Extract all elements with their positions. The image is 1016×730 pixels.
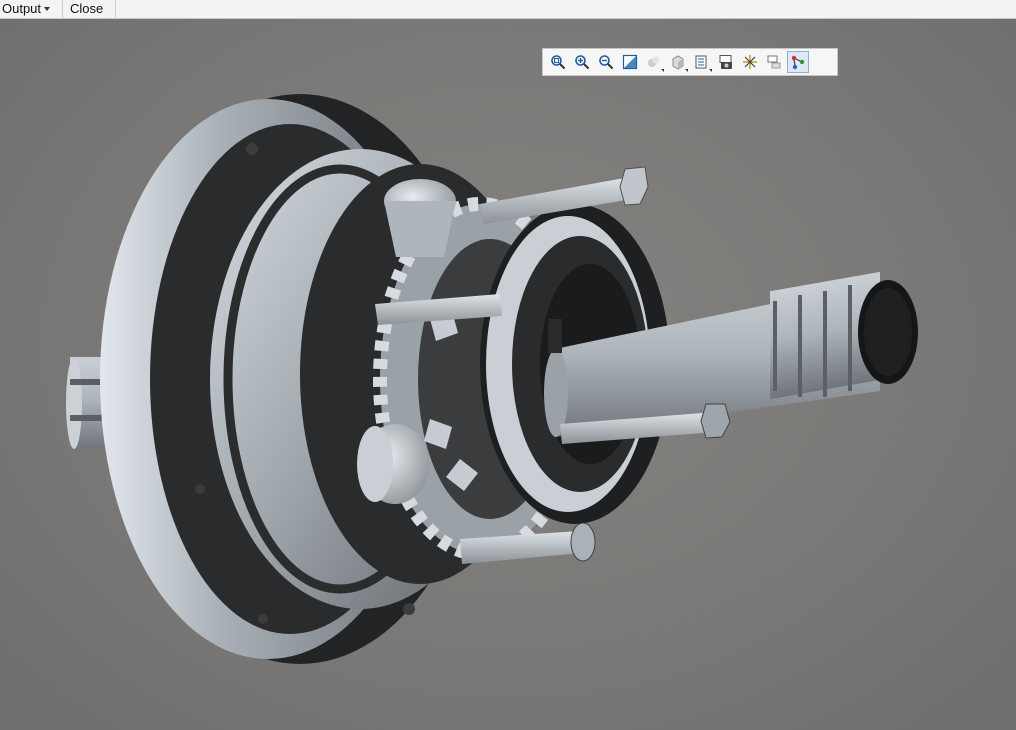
capture-button[interactable] [715, 51, 737, 73]
hide-show-icon [767, 55, 781, 69]
output-menu-label: Output [2, 1, 42, 16]
chevron-down-icon [44, 7, 51, 11]
close-button[interactable]: Close [64, 0, 116, 18]
lighting-button[interactable] [739, 51, 761, 73]
submenu-arrow-icon [661, 69, 664, 72]
zoom-out-button[interactable] [595, 51, 617, 73]
hide-show-button[interactable] [763, 51, 785, 73]
fit-all-icon [551, 55, 566, 70]
fit-all-button[interactable] [547, 51, 569, 73]
output-menu[interactable]: Output [0, 0, 63, 18]
zoom-out-icon [599, 55, 614, 70]
top-menu-bar: Output Close [0, 0, 1016, 19]
tree-view-icon [791, 55, 805, 70]
capture-icon [719, 55, 732, 69]
rotate-view-button[interactable] [643, 51, 665, 73]
view-cube-button[interactable] [667, 51, 689, 73]
lighting-icon [743, 55, 757, 69]
rotate-view-icon [648, 56, 660, 67]
submenu-arrow-icon [709, 69, 712, 72]
normal-view-icon [622, 54, 638, 70]
3d-viewport[interactable] [0, 19, 1016, 730]
gear-assembly-model[interactable] [0, 19, 1016, 730]
tree-view-button[interactable] [787, 51, 809, 73]
view-mode-button[interactable] [691, 51, 713, 73]
zoom-in-icon [575, 55, 590, 70]
view-toolbar [542, 48, 838, 76]
submenu-arrow-icon [685, 69, 688, 72]
zoom-in-button[interactable] [571, 51, 593, 73]
close-button-label: Close [70, 1, 104, 16]
view-mode-icon [695, 55, 707, 69]
normal-view-button[interactable] [619, 51, 641, 73]
view-cube-icon [672, 55, 684, 70]
